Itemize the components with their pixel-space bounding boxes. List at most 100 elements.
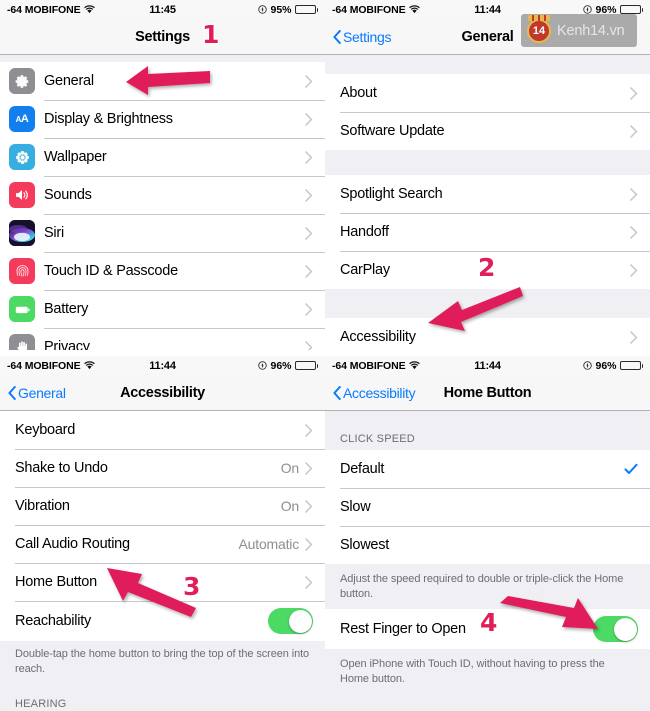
chevron-right-icon bbox=[305, 423, 313, 437]
sidebar-item-siri[interactable]: Siri bbox=[0, 214, 325, 252]
annotation-number-3: 3 bbox=[181, 572, 201, 601]
row-call-audio-routing[interactable]: Call Audio Routing Automatic bbox=[0, 525, 325, 563]
row-label: Spotlight Search bbox=[340, 186, 443, 202]
annotation-number-4: 4 bbox=[478, 608, 498, 637]
option-default[interactable]: Default bbox=[325, 450, 650, 488]
chevron-right-icon bbox=[305, 74, 313, 88]
siri-icon bbox=[9, 220, 35, 246]
row-label: Sounds bbox=[44, 187, 92, 203]
row-value: On bbox=[280, 460, 299, 476]
nav-bar: Accessibility Home Button bbox=[325, 375, 650, 411]
flower-icon bbox=[9, 144, 35, 170]
row-shake-to-undo[interactable]: Shake to Undo On bbox=[0, 449, 325, 487]
row-label: Battery bbox=[44, 301, 89, 317]
panel-general: -64 MOBIFONE 11:44 96% Settings General … bbox=[325, 0, 650, 350]
battery-icon bbox=[294, 4, 318, 15]
row-value: Automatic bbox=[238, 536, 300, 552]
row-label: Keyboard bbox=[15, 422, 76, 438]
status-right: 95% bbox=[258, 4, 318, 16]
row-keyboard[interactable]: Keyboard bbox=[0, 411, 325, 449]
chevron-right-icon bbox=[305, 499, 313, 513]
chevron-right-icon bbox=[630, 330, 638, 344]
row-label: Reachability bbox=[15, 613, 91, 629]
chevron-right-icon bbox=[305, 537, 313, 551]
option-slow[interactable]: Slow bbox=[325, 488, 650, 526]
chevron-right-icon bbox=[630, 124, 638, 138]
back-button-accessibility[interactable]: Accessibility bbox=[333, 384, 416, 401]
watermark-kenh14: 14 Kenh14.vn bbox=[521, 14, 637, 47]
row-label: About bbox=[340, 85, 377, 101]
sidebar-item-display-brightness[interactable]: AA Display & Brightness bbox=[0, 100, 325, 138]
general-group-c: Accessibility bbox=[325, 318, 650, 350]
battery-icon bbox=[9, 296, 35, 322]
aa-text-icon: AA bbox=[9, 106, 35, 132]
annotation-number-1: 1 bbox=[200, 20, 220, 49]
back-button-general[interactable]: General bbox=[8, 385, 66, 401]
location-icon bbox=[258, 5, 268, 14]
group-spacer bbox=[325, 289, 650, 318]
row-vibration[interactable]: Vibration On bbox=[0, 487, 325, 525]
reachability-footer-note: Double-tap the home button to bring the … bbox=[15, 648, 310, 675]
ios-settings-tutorial-collage: -64 MOBIFONE 11:45 95% Settings General … bbox=[0, 0, 650, 711]
chevron-right-icon bbox=[305, 340, 313, 350]
chevron-right-icon bbox=[305, 302, 313, 316]
chevron-right-icon bbox=[305, 575, 313, 589]
status-right: 96% bbox=[258, 360, 318, 372]
sidebar-item-battery[interactable]: Battery bbox=[0, 290, 325, 328]
chevron-left-icon bbox=[8, 385, 16, 400]
sidebar-item-privacy[interactable]: Privacy bbox=[0, 328, 325, 350]
checkmark-icon bbox=[624, 463, 638, 474]
row-software-update[interactable]: Software Update bbox=[325, 112, 650, 150]
row-label: Wallpaper bbox=[44, 149, 107, 165]
rest-finger-toggle[interactable] bbox=[593, 616, 638, 643]
speaker-icon bbox=[9, 182, 35, 208]
back-button-settings[interactable]: Settings bbox=[333, 29, 391, 45]
group-spacer bbox=[0, 55, 325, 62]
section-header-hearing: HEARING bbox=[15, 698, 67, 711]
row-spotlight-search[interactable]: Spotlight Search bbox=[325, 175, 650, 213]
row-label: Home Button bbox=[15, 574, 97, 590]
row-about[interactable]: About bbox=[325, 74, 650, 112]
reachability-toggle[interactable] bbox=[268, 608, 313, 634]
panel-home-button: -64 MOBIFONE 11:44 96% Accessibility Hom… bbox=[325, 356, 650, 711]
battery-percent: 96% bbox=[270, 359, 292, 372]
group-spacer bbox=[325, 150, 650, 175]
section-header-click-speed: CLICK SPEED bbox=[340, 433, 415, 445]
page-title: Settings bbox=[135, 28, 190, 45]
chevron-right-icon bbox=[630, 263, 638, 277]
battery-percent: 95% bbox=[270, 3, 292, 16]
chevron-right-icon bbox=[305, 188, 313, 202]
row-label: Call Audio Routing bbox=[15, 536, 130, 552]
row-home-button[interactable]: Home Button bbox=[0, 563, 325, 601]
battery-icon bbox=[294, 360, 318, 371]
status-bar: -64 MOBIFONE 11:44 96% bbox=[325, 356, 650, 375]
hand-icon bbox=[9, 334, 35, 350]
status-bar: -64 MOBIFONE 11:45 95% bbox=[0, 0, 325, 19]
sidebar-item-touch-id-passcode[interactable]: Touch ID & Passcode bbox=[0, 252, 325, 290]
back-label: Settings bbox=[343, 28, 392, 45]
chevron-right-icon bbox=[305, 226, 313, 240]
fingerprint-icon bbox=[9, 258, 35, 284]
general-group-a: About Software Update bbox=[325, 74, 650, 150]
panel-accessibility: -64 MOBIFONE 11:44 96% General Accessibi… bbox=[0, 356, 325, 711]
chevron-right-icon bbox=[630, 86, 638, 100]
sidebar-item-wallpaper[interactable]: Wallpaper bbox=[0, 138, 325, 176]
row-handoff[interactable]: Handoff bbox=[325, 213, 650, 251]
option-slowest[interactable]: Slowest bbox=[325, 526, 650, 564]
row-accessibility[interactable]: Accessibility bbox=[325, 318, 650, 350]
row-label: Touch ID & Passcode bbox=[44, 263, 178, 279]
row-label: Rest Finger to Open bbox=[340, 621, 466, 638]
nav-bar: General Accessibility bbox=[0, 375, 325, 411]
sidebar-item-general[interactable]: General bbox=[0, 62, 325, 100]
row-label: Default bbox=[340, 461, 385, 477]
click-speed-footer-note: Adjust the speed required to double or t… bbox=[340, 573, 624, 600]
back-label: Accessibility bbox=[343, 384, 416, 401]
row-label: Display & Brightness bbox=[44, 111, 173, 127]
row-label: Siri bbox=[44, 225, 64, 241]
row-reachability[interactable]: Reachability bbox=[0, 601, 325, 641]
sidebar-item-sounds[interactable]: Sounds bbox=[0, 176, 325, 214]
back-label: General bbox=[18, 384, 66, 401]
location-icon bbox=[258, 361, 268, 370]
panel-settings: -64 MOBIFONE 11:45 95% Settings General … bbox=[0, 0, 325, 350]
settings-list: General AA Display & Brightness Wallpape… bbox=[0, 62, 325, 350]
